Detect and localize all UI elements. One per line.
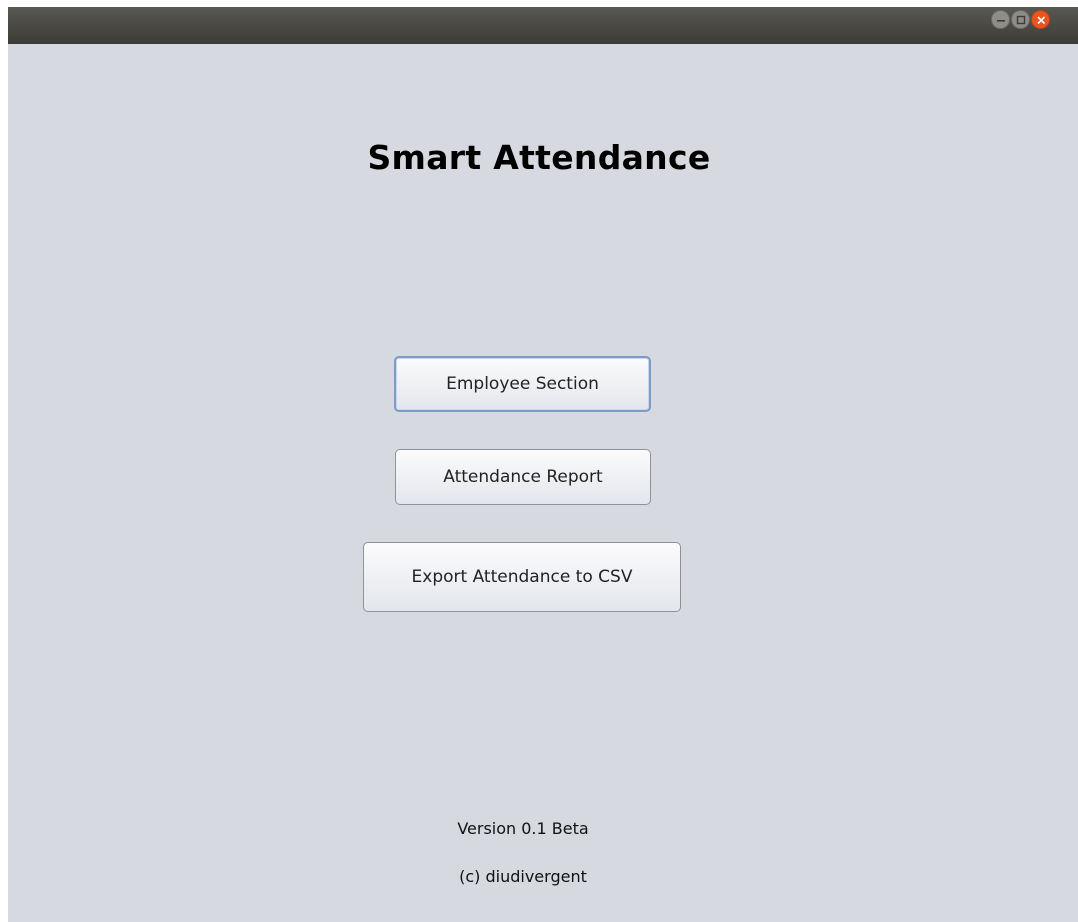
window-titlebar[interactable] bbox=[8, 7, 1078, 44]
close-icon bbox=[1037, 16, 1046, 25]
app-title: Smart Attendance bbox=[367, 138, 711, 177]
maximize-button[interactable] bbox=[1011, 10, 1030, 29]
app-window: Smart Attendance Employee Section Attend… bbox=[8, 7, 1078, 922]
export-csv-button[interactable]: Export Attendance to CSV bbox=[363, 542, 681, 612]
minimize-button[interactable] bbox=[991, 10, 1010, 29]
maximize-icon bbox=[1016, 15, 1026, 25]
employee-section-button[interactable]: Employee Section bbox=[394, 356, 651, 412]
minimize-icon bbox=[997, 20, 1005, 22]
close-button[interactable] bbox=[1031, 10, 1050, 29]
copyright-label: (c) diudivergent bbox=[459, 867, 587, 886]
version-label: Version 0.1 Beta bbox=[457, 819, 589, 838]
attendance-report-button[interactable]: Attendance Report bbox=[395, 449, 651, 505]
